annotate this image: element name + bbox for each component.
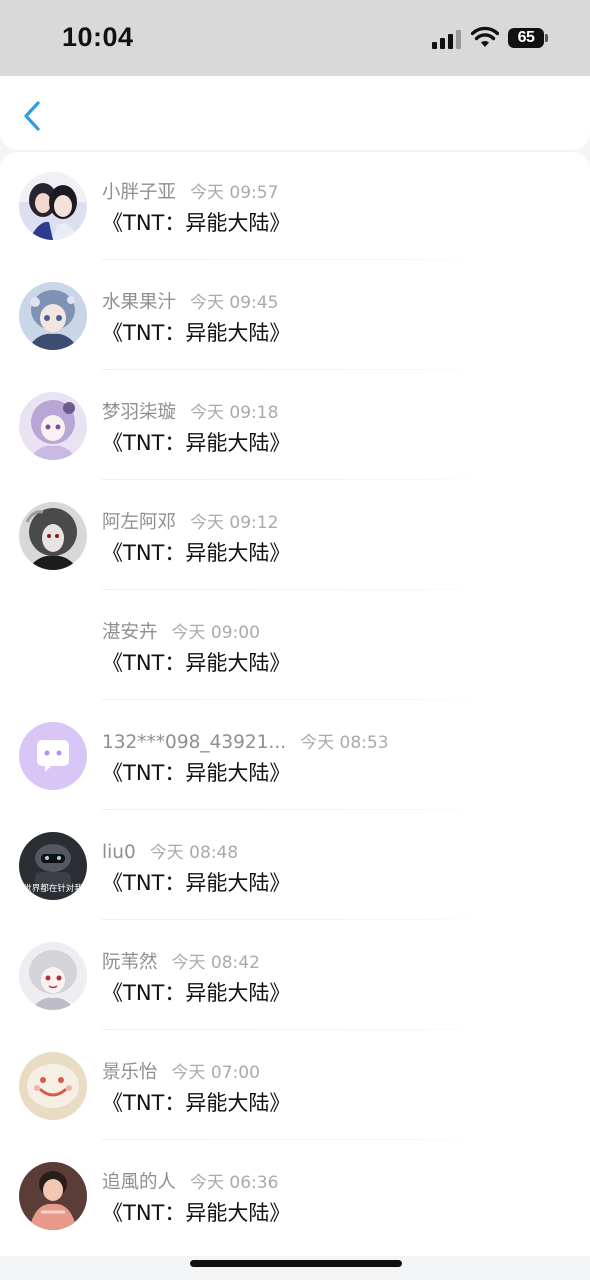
list-item[interactable]: 追風的人 今天 06:36 《TNT：异能大陆》 [0,1142,590,1252]
sender-name: 追風的人 [102,1172,177,1193]
message-time: 今天 09:45 [190,293,279,313]
avatar[interactable] [19,942,87,1010]
sender-name: 景乐怡 [102,1062,158,1083]
message-meta: 132***098_43921... 今天 08:53 [102,728,389,753]
message-time: 今天 09:00 [171,623,260,643]
chat-bubble-icon [19,722,87,790]
message-time: 今天 08:48 [149,843,239,863]
message-text: 《TNT：异能大陆》 [102,651,291,675]
status-bar: 10:04 65 [0,0,590,76]
message-text: 《TNT：异能大陆》 [102,211,291,235]
avatar[interactable] [19,1052,87,1120]
divider [102,809,488,810]
divider [102,699,488,700]
list-item[interactable]: 景乐怡 今天 07:00 《TNT：异能大陆》 [0,1032,590,1142]
message-meta: 阿左阿邓 今天 09:12 [102,508,278,534]
message-text: 《TNT：异能大陆》 [102,761,291,785]
message-time: 今天 09:18 [190,403,279,423]
cellular-signal-icon [432,30,461,49]
divider [102,479,488,480]
avatar[interactable]: 世界都在针对我 [19,832,87,900]
message-text: 《TNT：异能大陆》 [102,1091,291,1115]
list-item[interactable]: 水果果汁 今天 09:45 《TNT：异能大陆》 [0,262,590,372]
sender-name: 小胖子亚 [102,182,177,203]
battery-tip [545,34,548,42]
message-meta: 景乐怡 今天 07:00 [102,1058,260,1084]
message-time: 今天 08:53 [300,733,389,753]
status-time: 10:04 [62,22,134,52]
wifi-icon [471,26,499,47]
avatar-caption: 世界都在针对我 [23,883,83,894]
message-meta: 小胖子亚 今天 09:57 [102,178,278,204]
avatar[interactable] [19,722,87,790]
divider [102,369,488,370]
message-time: 今天 09:57 [190,183,279,203]
message-text: 《TNT：异能大陆》 [102,321,291,345]
divider [102,1029,488,1030]
smiley-icon [19,1052,87,1120]
message-text: 《TNT：异能大陆》 [102,981,291,1005]
avatar[interactable] [19,282,87,350]
message-list: 小胖子亚 今天 09:57 《TNT：异能大陆》 水果果汁 今天 09:45 《TN… [0,152,590,1256]
divider [102,589,488,590]
sender-name: liu0 [102,842,136,863]
message-meta: 梦羽柒璇 今天 09:18 [102,398,278,424]
avatar[interactable] [19,392,87,460]
list-item[interactable]: 小胖子亚 今天 09:57 《TNT：异能大陆》 [0,152,590,262]
message-meta: liu0 今天 08:48 [102,838,238,863]
sender-name: 阮苇然 [102,952,158,973]
divider [102,1139,488,1140]
avatar[interactable] [19,1162,87,1230]
divider [102,259,488,260]
message-text: 《TNT：异能大陆》 [102,431,291,455]
battery-level: 65 [508,28,544,48]
list-item[interactable]: 梦羽柒璇 今天 09:18 《TNT：异能大陆》 [0,372,590,482]
message-text: 《TNT：异能大陆》 [102,871,291,895]
message-time: 今天 07:00 [171,1063,260,1083]
message-meta: 追風的人 今天 06:36 [102,1168,278,1194]
message-time: 今天 08:42 [171,953,260,973]
sender-name: 阿左阿邓 [102,512,177,533]
divider [102,919,488,920]
page-header [0,76,590,150]
sender-name: 132***098_43921... [102,732,287,753]
message-time: 今天 06:36 [190,1173,279,1193]
message-meta: 阮苇然 今天 08:42 [102,948,260,974]
avatar[interactable] [19,172,87,240]
sender-name: 梦羽柒璇 [102,402,177,423]
sender-name: 水果果汁 [102,292,177,313]
message-time: 今天 09:12 [190,513,279,533]
avatar[interactable] [19,502,87,570]
message-meta: 水果果汁 今天 09:45 [102,288,278,314]
list-item[interactable]: 湛安卉 今天 09:00 《TNT：异能大陆》 [0,592,590,702]
list-item[interactable]: 阮苇然 今天 08:42 《TNT：异能大陆》 [0,922,590,1032]
list-item[interactable]: 阿左阿邓 今天 09:12 《TNT：异能大陆》 [0,482,590,592]
message-text: 《TNT：异能大陆》 [102,541,291,565]
home-indicator[interactable] [190,1260,402,1267]
list-item[interactable]: 世界都在针对我 liu0 今天 08:48 《TNT：异能大陆》 [0,812,590,922]
chevron-left-icon[interactable] [18,100,46,132]
message-text: 《TNT：异能大陆》 [102,1201,291,1225]
sender-name: 湛安卉 [102,622,158,643]
list-item[interactable]: 132***098_43921... 今天 08:53 《TNT：异能大陆》 [0,702,590,812]
message-meta: 湛安卉 今天 09:00 [102,618,260,644]
